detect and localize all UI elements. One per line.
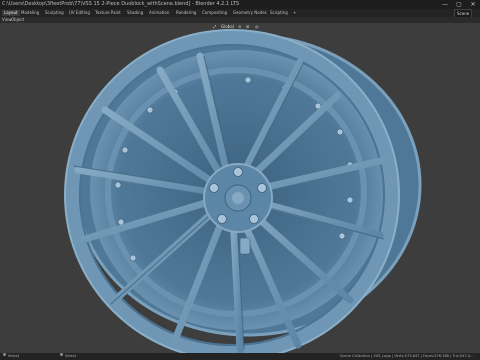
status-bar: Select Select Scene Collection | VSS_Log… xyxy=(0,353,480,360)
tab-scripting[interactable]: Scripting xyxy=(270,10,288,16)
maximize-button[interactable]: ▢ xyxy=(452,0,466,9)
tab-geometry-nodes[interactable]: Geometry Nodes xyxy=(233,10,267,16)
minimize-button[interactable]: — xyxy=(438,0,452,9)
status-left-hint: Select xyxy=(8,354,20,358)
window-title: C:\Users\Desktop\3fleetProb\77\VSS 15 2-… xyxy=(2,1,240,7)
tab-animation[interactable]: Animation xyxy=(149,10,169,16)
tab-shading[interactable]: Shading xyxy=(127,10,143,16)
tab-uv-editing[interactable]: UV Editing xyxy=(69,10,90,16)
tab-compositing[interactable]: Compositing xyxy=(202,10,227,16)
scene-statistics: Scene Collection | VSS_Logo | Verts:573,… xyxy=(340,354,474,358)
workspace-tabs-bar: Layout Modeling Sculpting UV Editing Tex… xyxy=(0,9,480,19)
mouse-middle-icon xyxy=(60,353,63,356)
title-bar: C:\Users\Desktop\3fleetProb\77\VSS 15 2-… xyxy=(0,0,480,9)
tab-texture-paint[interactable]: Texture Paint xyxy=(95,10,121,16)
status-middle-hint: Select xyxy=(65,354,77,358)
tab-modeling[interactable]: Modeling xyxy=(21,10,39,16)
add-workspace-button[interactable]: + xyxy=(293,10,296,16)
tab-sculpting[interactable]: Sculpting xyxy=(45,10,64,16)
tab-rendering[interactable]: Rendering xyxy=(176,10,196,16)
tab-layout[interactable]: Layout xyxy=(2,10,20,16)
close-button[interactable]: ✕ xyxy=(466,0,480,9)
mouse-left-icon xyxy=(3,353,6,356)
center-cap-logo xyxy=(232,192,244,204)
valve-stem xyxy=(239,237,251,255)
wheel-3d-model[interactable] xyxy=(0,23,480,353)
